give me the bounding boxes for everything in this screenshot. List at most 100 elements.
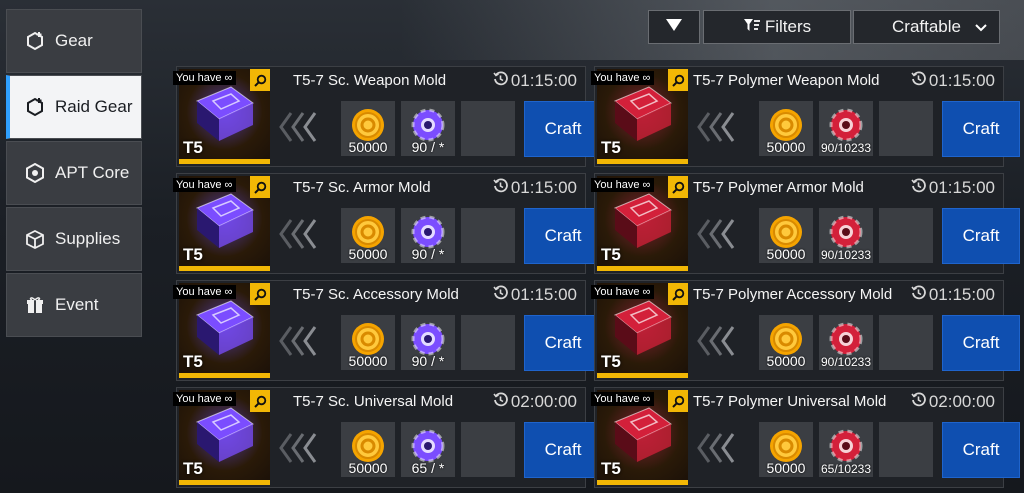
owned-count-badge: You have ∞ xyxy=(591,285,655,299)
owned-count-badge: You have ∞ xyxy=(173,392,237,406)
recipe-title: T5-7 Sc. Universal Mold xyxy=(293,393,454,410)
sidebar-item-apt-core[interactable]: APT Core xyxy=(6,141,142,205)
gold-coin-icon xyxy=(770,430,802,462)
recipe-card: T5 You have ∞ T5-7 Sc. Universal Mold 02… xyxy=(173,387,602,488)
credits-cost-slot[interactable]: 50000 xyxy=(341,101,395,156)
sidebar-item-gear[interactable]: Gear xyxy=(6,9,142,73)
credits-amount: 50000 xyxy=(348,139,388,155)
credits-cost-slot[interactable]: 50000 xyxy=(759,208,813,263)
credits-amount: 50000 xyxy=(348,460,388,476)
craft-timer: 01:15:00 xyxy=(493,285,577,305)
magnify-icon[interactable] xyxy=(250,390,270,412)
clock-history-icon xyxy=(493,178,511,198)
recipe-card: T5 You have ∞ T5-7 Polymer Accessory Mol… xyxy=(591,280,1020,381)
chevron-down-icon xyxy=(975,17,987,37)
craft-button[interactable]: Craft xyxy=(524,101,602,157)
credits-cost-slot[interactable]: 50000 xyxy=(341,422,395,477)
material-amount: 65/10233 xyxy=(820,462,872,476)
magnify-icon[interactable] xyxy=(250,69,270,91)
empty-cost-slot xyxy=(879,315,933,370)
craft-button[interactable]: Craft xyxy=(524,208,602,264)
triple-chevron-left-icon xyxy=(697,219,735,249)
recipe-title: T5-7 Polymer Accessory Mold xyxy=(693,286,893,303)
triple-chevron-left-icon xyxy=(697,112,735,142)
material-cost-slot[interactable]: 90/10233 xyxy=(819,208,873,263)
owned-count-badge: You have ∞ xyxy=(591,71,655,85)
gold-coin-icon xyxy=(770,323,802,355)
craft-button[interactable]: Craft xyxy=(942,101,1020,157)
timer-value: 01:15:00 xyxy=(928,178,995,197)
recipe-card: T5 You have ∞ T5-7 Polymer Universal Mol… xyxy=(591,387,1020,488)
recipe-card: T5 You have ∞ T5-7 Polymer Weapon Mold 0… xyxy=(591,66,1020,167)
sidebar-item-supplies[interactable]: Supplies xyxy=(6,207,142,271)
credits-amount: 50000 xyxy=(766,460,806,476)
craftable-dropdown[interactable]: Craftable xyxy=(853,10,1000,44)
triple-chevron-left-icon xyxy=(697,433,735,463)
clock-history-icon xyxy=(911,285,929,305)
tier-bar xyxy=(597,159,688,164)
clock-history-icon xyxy=(493,392,511,412)
material-cost-slot[interactable]: 65 / * xyxy=(401,422,455,477)
red-chip-icon xyxy=(829,215,863,249)
magnify-icon[interactable] xyxy=(668,176,688,198)
hexagon-core-icon xyxy=(25,163,45,183)
recipe-card: T5 You have ∞ T5-7 Sc. Accessory Mold 01… xyxy=(173,280,602,381)
empty-cost-slot xyxy=(461,315,515,370)
tier-label: T5 xyxy=(183,245,203,264)
sort-order-button[interactable] xyxy=(648,10,700,44)
material-amount: 90 / * xyxy=(411,353,445,369)
tier-bar xyxy=(597,266,688,271)
material-cost-slot[interactable]: 90/10233 xyxy=(819,315,873,370)
material-cost-slot[interactable]: 90 / * xyxy=(401,101,455,156)
craft-timer: 01:15:00 xyxy=(911,71,995,91)
filters-button[interactable]: Filters xyxy=(703,10,851,44)
tier-bar xyxy=(179,480,270,485)
tier-bar xyxy=(597,480,688,485)
recipe-card: T5 You have ∞ T5-7 Polymer Armor Mold 01… xyxy=(591,173,1020,274)
sidebar-item-event[interactable]: Event xyxy=(6,273,142,337)
craft-button[interactable]: Craft xyxy=(524,315,602,371)
red-chip-icon xyxy=(829,429,863,463)
recipe-title: T5-7 Polymer Armor Mold xyxy=(693,179,864,196)
magnify-icon[interactable] xyxy=(250,176,270,198)
filter-icon xyxy=(743,17,765,38)
empty-cost-slot xyxy=(461,208,515,263)
tier-label: T5 xyxy=(183,459,203,478)
magnify-icon[interactable] xyxy=(668,390,688,412)
recipe-title: T5-7 Sc. Weapon Mold xyxy=(293,72,447,89)
timer-value: 01:15:00 xyxy=(928,71,995,90)
credits-amount: 50000 xyxy=(766,246,806,262)
craft-timer: 01:15:00 xyxy=(911,178,995,198)
clock-history-icon xyxy=(493,285,511,305)
sidebar-item-label: APT Core xyxy=(55,163,130,182)
triple-chevron-left-icon xyxy=(279,219,317,249)
material-cost-slot[interactable]: 90 / * xyxy=(401,208,455,263)
recipe-card: T5 You have ∞ T5-7 Sc. Armor Mold 01:15:… xyxy=(173,173,602,274)
sidebar-item-raid-gear[interactable]: Raid Gear xyxy=(6,75,142,139)
gear-plus-icon xyxy=(25,31,45,51)
purple-chip-icon xyxy=(411,429,445,463)
timer-value: 01:15:00 xyxy=(928,285,995,304)
magnify-icon[interactable] xyxy=(250,283,270,305)
craft-button[interactable]: Craft xyxy=(942,422,1020,478)
owned-count-badge: You have ∞ xyxy=(173,178,237,192)
material-amount: 90 / * xyxy=(411,139,445,155)
sidebar-item-label: Event xyxy=(55,295,99,314)
credits-cost-slot[interactable]: 50000 xyxy=(759,422,813,477)
material-cost-slot[interactable]: 90 / * xyxy=(401,315,455,370)
magnify-icon[interactable] xyxy=(668,283,688,305)
timer-value: 02:00:00 xyxy=(510,392,577,411)
craft-button[interactable]: Craft xyxy=(942,315,1020,371)
tier-label: T5 xyxy=(601,352,621,371)
craft-button[interactable]: Craft xyxy=(524,422,602,478)
magnify-icon[interactable] xyxy=(668,69,688,91)
credits-cost-slot[interactable]: 50000 xyxy=(759,315,813,370)
craft-button[interactable]: Craft xyxy=(942,208,1020,264)
red-chip-icon xyxy=(829,108,863,142)
credits-cost-slot[interactable]: 50000 xyxy=(759,101,813,156)
material-cost-slot[interactable]: 90/10233 xyxy=(819,101,873,156)
material-cost-slot[interactable]: 65/10233 xyxy=(819,422,873,477)
triangle-down-icon xyxy=(665,18,683,37)
credits-cost-slot[interactable]: 50000 xyxy=(341,208,395,263)
credits-cost-slot[interactable]: 50000 xyxy=(341,315,395,370)
